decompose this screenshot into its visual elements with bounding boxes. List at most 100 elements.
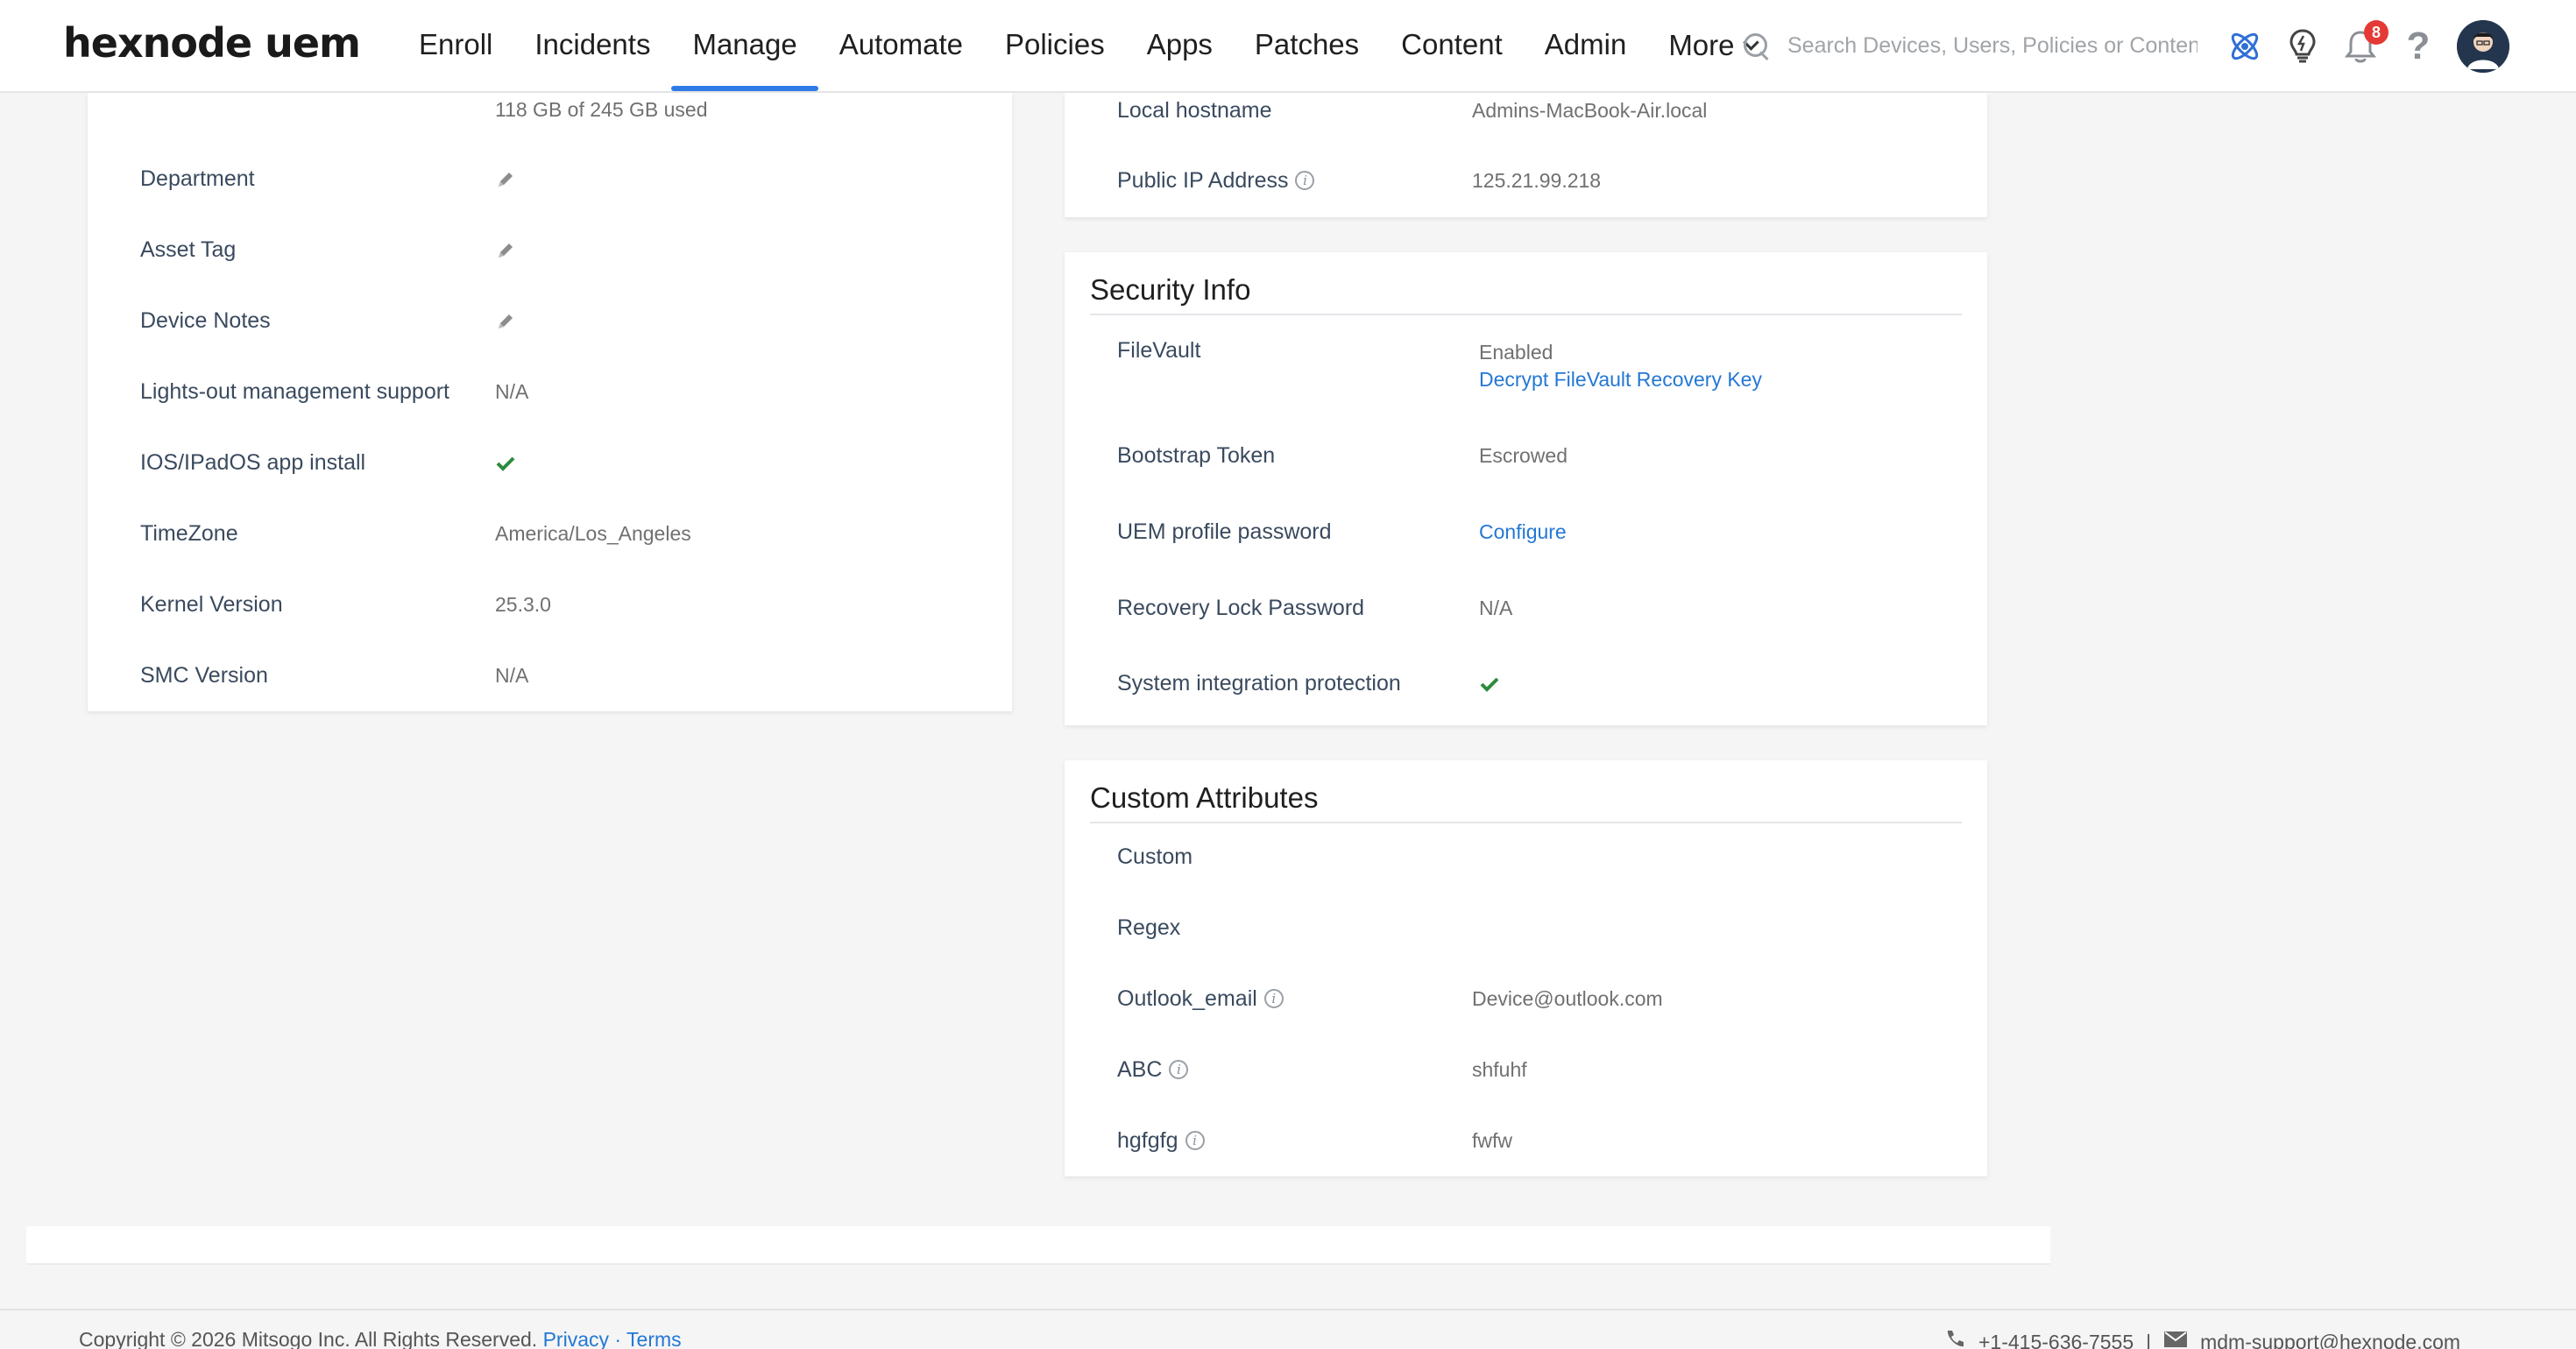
copyright-text: Copyright © 2026 Mitsogo Inc. All Rights… xyxy=(79,1328,538,1349)
sip-label: System integration protection xyxy=(1117,671,1401,696)
device-notes-edit-icon[interactable] xyxy=(495,303,516,343)
support-phone[interactable]: +1-415-636-7555 xyxy=(1978,1331,2134,1349)
phone-icon xyxy=(1943,1328,1966,1349)
notifications-button[interactable]: 8 xyxy=(2341,20,2388,66)
ios-app-install-label: IOS/IPadOS app install xyxy=(140,450,366,475)
public-ip-label: Public IP Address i xyxy=(1117,163,1315,198)
smc-version-row: SMC Version N/A xyxy=(88,658,1012,693)
checkmark-icon xyxy=(495,445,516,484)
hgfgfg-attr-value: fwfw xyxy=(1472,1129,1512,1152)
department-label: Department xyxy=(140,166,255,191)
smc-version-value: N/A xyxy=(495,664,529,687)
lom-support-row: Lights-out management support N/A xyxy=(88,374,1012,409)
checkmark-icon xyxy=(1479,666,1500,705)
nav-patches[interactable]: Patches xyxy=(1234,0,1380,91)
help-icon[interactable]: ? xyxy=(2399,27,2438,66)
device-info-card: 118 GB of 245 GB used Department Asset T… xyxy=(88,93,1012,711)
ios-app-install-row: IOS/IPadOS app install xyxy=(88,445,1012,480)
bootstrap-token-label: Bootstrap Token xyxy=(1117,443,1276,468)
footer-contact-area: +1-415-636-7555 | mdm-support@hexnode.co… xyxy=(1943,1328,2460,1349)
nav-policies[interactable]: Policies xyxy=(984,0,1126,91)
bootstrap-token-row: Bootstrap Token Escrowed xyxy=(1065,438,1987,473)
notification-count-badge: 8 xyxy=(2364,20,2388,45)
custom-attr-row: Custom xyxy=(1065,839,1987,874)
nav-content[interactable]: Content xyxy=(1380,0,1524,91)
decrypt-filevault-link[interactable]: Decrypt FileVault Recovery Key xyxy=(1479,364,1762,394)
global-search xyxy=(1742,26,2197,65)
custom-attributes-card: Custom Attributes Custom Regex Outlook_e… xyxy=(1065,760,1987,1176)
nav-apps[interactable]: Apps xyxy=(1126,0,1234,91)
terms-link[interactable]: Terms xyxy=(626,1328,682,1349)
security-info-title: Security Info xyxy=(1090,265,1962,315)
info-icon[interactable]: i xyxy=(1263,989,1284,1008)
atom-icon[interactable] xyxy=(2226,27,2264,66)
local-hostname-value: Admins-MacBook-Air.local xyxy=(1472,99,1708,122)
hgfgfg-attr-row: hgfgfg i fwfw xyxy=(1065,1123,1987,1158)
abc-attr-label: ABC i xyxy=(1117,1052,1189,1087)
page-footer: Copyright © 2026 Mitsogo Inc. All Rights… xyxy=(0,1309,2576,1349)
footer-separator: · xyxy=(614,1328,622,1349)
hgfgfg-attr-label: hgfgfg i xyxy=(1117,1123,1205,1158)
asset-tag-row: Asset Tag xyxy=(88,232,1012,267)
smc-version-label: SMC Version xyxy=(140,663,268,688)
nav-more-label: More xyxy=(1668,29,1735,61)
lom-support-value: N/A xyxy=(495,380,529,403)
nav-incidents[interactable]: Incidents xyxy=(513,0,671,91)
department-row: Department xyxy=(88,161,1012,196)
public-ip-value: 125.21.99.218 xyxy=(1472,169,1602,192)
nav-admin[interactable]: Admin xyxy=(1524,0,1648,91)
footer-copyright-area: Copyright © 2026 Mitsogo Inc. All Rights… xyxy=(79,1328,682,1349)
nav-enroll[interactable]: Enroll xyxy=(398,0,513,91)
user-avatar[interactable] xyxy=(2457,20,2509,73)
department-edit-icon[interactable] xyxy=(495,161,516,201)
storage-usage-value: 118 GB of 245 GB used xyxy=(495,98,708,121)
recovery-lock-value: N/A xyxy=(1479,597,1513,619)
timezone-label: TimeZone xyxy=(140,521,238,546)
footer-divider: | xyxy=(2146,1330,2152,1349)
header-actions: 8 ? xyxy=(2226,16,2509,77)
privacy-link[interactable]: Privacy xyxy=(543,1328,609,1349)
kernel-version-row: Kernel Version 25.3.0 xyxy=(88,587,1012,622)
asset-tag-label: Asset Tag xyxy=(140,237,237,262)
device-notes-label: Device Notes xyxy=(140,308,271,333)
kernel-version-value: 25.3.0 xyxy=(495,593,551,616)
regex-attr-row: Regex xyxy=(1065,910,1987,945)
regex-attr-label: Regex xyxy=(1117,915,1181,940)
nav-manage[interactable]: Manage xyxy=(671,0,819,91)
filevault-label: FileVault xyxy=(1117,338,1201,363)
custom-attributes-title: Custom Attributes xyxy=(1090,773,1962,823)
timezone-value: America/Los_Angeles xyxy=(495,522,691,545)
security-info-card: Security Info FileVault Enabled Decrypt … xyxy=(1065,252,1987,725)
outlook-email-value: Device@outlook.com xyxy=(1472,987,1663,1010)
outlook-email-row: Outlook_email i Device@outlook.com xyxy=(1065,981,1987,1016)
content-panel-bottom xyxy=(26,1226,2050,1265)
abc-attr-value: shfuhf xyxy=(1472,1058,1527,1081)
abc-attr-row: ABC i shfuhf xyxy=(1065,1052,1987,1087)
lightbulb-icon[interactable] xyxy=(2283,27,2322,66)
support-email[interactable]: mdm-support@hexnode.com xyxy=(2200,1331,2460,1349)
search-input[interactable] xyxy=(1787,32,2197,59)
sip-row: System integration protection xyxy=(1065,666,1987,701)
device-notes-row: Device Notes xyxy=(88,303,1012,338)
local-hostname-row: Local hostname Admins-MacBook-Air.local xyxy=(1065,93,1987,128)
uem-profile-password-label: UEM profile password xyxy=(1117,519,1332,544)
main-nav: Enroll Incidents Manage Automate Policie… xyxy=(398,0,1778,91)
bootstrap-token-value: Escrowed xyxy=(1479,444,1568,467)
network-info-card: Local hostname Admins-MacBook-Air.local … xyxy=(1065,93,1987,217)
info-icon[interactable]: i xyxy=(1169,1060,1189,1079)
filevault-row: FileVault Enabled xyxy=(1065,333,1987,368)
timezone-row: TimeZone America/Los_Angeles xyxy=(88,516,1012,551)
top-navigation-bar: hexnode uem Enroll Incidents Manage Auto… xyxy=(0,0,2576,93)
outlook-email-label: Outlook_email i xyxy=(1117,981,1284,1016)
asset-tag-edit-icon[interactable] xyxy=(495,232,516,272)
recovery-lock-row: Recovery Lock Password N/A xyxy=(1065,590,1987,625)
info-icon[interactable]: i xyxy=(1185,1131,1205,1150)
nav-automate[interactable]: Automate xyxy=(818,0,984,91)
info-icon[interactable]: i xyxy=(1295,171,1315,190)
configure-link[interactable]: Configure xyxy=(1479,514,1567,549)
lom-support-label: Lights-out management support xyxy=(140,379,449,404)
kernel-version-label: Kernel Version xyxy=(140,592,283,617)
public-ip-row: Public IP Address i 125.21.99.218 xyxy=(1065,163,1987,198)
recovery-lock-label: Recovery Lock Password xyxy=(1117,596,1365,620)
hexnode-logo[interactable]: hexnode uem xyxy=(63,12,361,74)
